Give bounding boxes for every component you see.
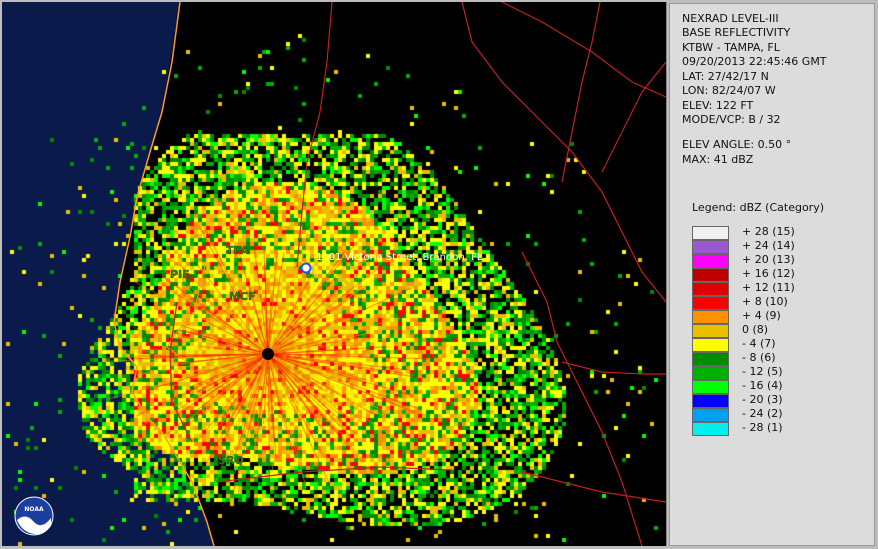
road-7 — [561, 361, 666, 375]
map-overlay: TPA PIE MCF SRQ 1101 Victoria Street, Br… — [113, 2, 666, 546]
elev-angle: ELEV ANGLE: 0.50 ° — [682, 138, 792, 151]
legend-label: + 16 (12) — [742, 267, 795, 280]
header-line-mode: MODE/VCP: B / 32 — [682, 113, 781, 126]
location-label: 1101 Victoria Street, Brandon, FL — [316, 252, 483, 263]
radar-window: TPA PIE MCF SRQ 1101 Victoria Street, Br… — [0, 0, 878, 549]
legend-label: + 8 (10) — [742, 295, 788, 308]
coastline — [113, 2, 215, 546]
header-line-product: NEXRAD LEVEL-III — [682, 12, 779, 25]
legend-label: - 20 (3) — [742, 393, 783, 406]
city-label-mcf: MCF — [229, 290, 256, 303]
legend-swatch — [692, 324, 729, 338]
road-10 — [169, 301, 193, 443]
max-dbz: MAX: 41 dBZ — [682, 153, 754, 166]
roads — [169, 2, 666, 546]
legend-label: - 28 (1) — [742, 421, 783, 434]
legend-label: + 12 (11) — [742, 281, 795, 294]
legend-swatch — [692, 380, 729, 394]
legend-swatch — [692, 282, 729, 296]
legend-label: + 28 (15) — [742, 225, 795, 238]
legend-swatch — [692, 310, 729, 324]
legend-label: - 8 (6) — [742, 351, 776, 364]
legend-swatch — [692, 226, 729, 240]
road-5 — [601, 61, 666, 173]
header-line-datetime: 09/20/2013 22:45:46 GMT — [682, 55, 827, 68]
legend-swatch — [692, 338, 729, 352]
legend-swatch — [692, 296, 729, 310]
legend-swatch — [692, 394, 729, 408]
road-6 — [521, 251, 643, 546]
city-label-pie: PIE — [170, 268, 190, 281]
road-8 — [521, 471, 666, 503]
location-marker-icon[interactable] — [300, 262, 312, 274]
city-label-tpa: TPA — [226, 244, 250, 257]
header-line-type: BASE REFLECTIVITY — [682, 26, 791, 39]
legend-label: + 4 (9) — [742, 309, 781, 322]
legend-label: - 12 (5) — [742, 365, 783, 378]
radar-map[interactable]: TPA PIE MCF SRQ 1101 Victoria Street, Br… — [2, 2, 667, 546]
legend-title: Legend: dBZ (Category) — [692, 201, 824, 214]
legend-swatch — [692, 408, 729, 422]
legend-label: - 24 (2) — [742, 407, 783, 420]
legend-swatch — [692, 268, 729, 282]
legend-swatch — [692, 352, 729, 366]
road-3 — [501, 2, 666, 98]
legend-swatch — [692, 366, 729, 380]
road-1 — [296, 2, 333, 268]
noaa-logo-text: NOAA — [24, 506, 44, 513]
header-line-station: KTBW - TAMPA, FL — [682, 41, 780, 54]
legend-swatch — [692, 254, 729, 268]
road-9 — [216, 466, 453, 483]
header-line-lat: LAT: 27/42/17 N — [682, 70, 769, 83]
city-label-srq: SRQ — [218, 454, 244, 467]
legend-swatch — [692, 240, 729, 254]
legend-label: - 4 (7) — [742, 337, 776, 350]
legend-label: - 16 (4) — [742, 379, 783, 392]
noaa-logo-icon: NOAA — [14, 496, 54, 536]
road-4 — [561, 2, 601, 183]
legend-label: + 24 (14) — [742, 239, 795, 252]
road-2 — [461, 2, 666, 303]
header-line-elev: ELEV: 122 FT — [682, 99, 754, 112]
info-panel: NEXRAD LEVEL-III BASE REFLECTIVITY KTBW … — [669, 3, 875, 546]
legend-label: 0 (8) — [742, 323, 769, 336]
header-line-lon: LON: 82/24/07 W — [682, 84, 776, 97]
legend-swatch — [692, 422, 729, 436]
legend-label: + 20 (13) — [742, 253, 795, 266]
radar-site-marker — [262, 348, 274, 360]
